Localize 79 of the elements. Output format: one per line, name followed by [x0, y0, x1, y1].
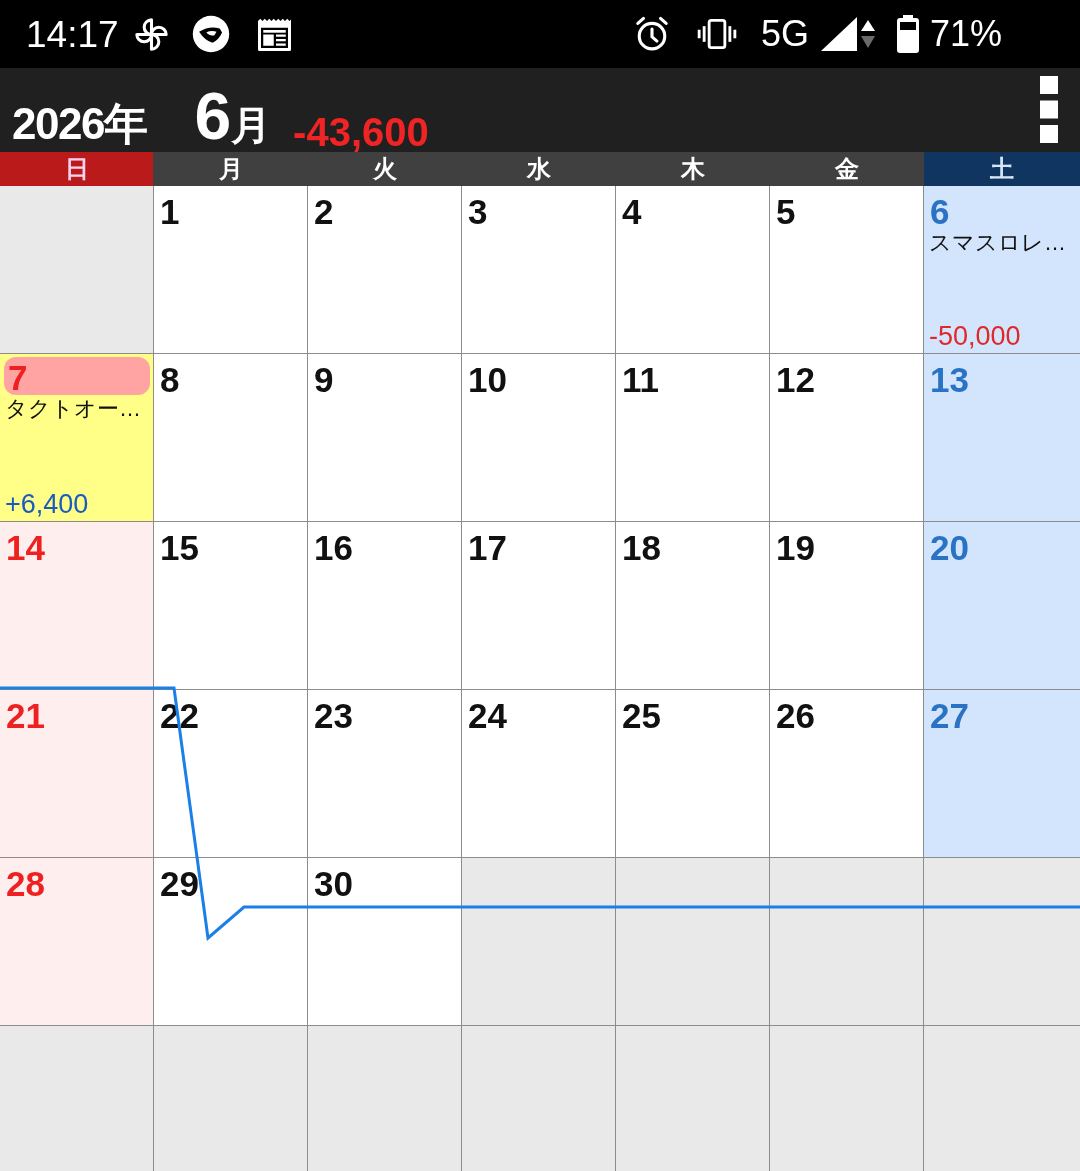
day-amount: +6,400	[5, 491, 89, 518]
day-cell[interactable]: 7 タクトオー… +6,400	[0, 354, 153, 521]
day-cell[interactable]: 16	[308, 522, 461, 689]
pinwheel-icon	[132, 15, 170, 53]
year-label: 2026年	[12, 102, 147, 146]
day-number: 25	[622, 698, 661, 733]
today-day-number: 7	[4, 357, 150, 395]
day-cell[interactable]: 4	[616, 186, 769, 353]
day-number: 16	[314, 530, 353, 565]
newspaper-icon	[255, 17, 293, 51]
day-number: 14	[6, 530, 45, 565]
day-cell[interactable]: 27	[924, 690, 1080, 857]
day-number: 4	[622, 194, 642, 229]
event-title: タクトオー…	[5, 396, 141, 423]
day-cell[interactable]: 13	[924, 354, 1080, 521]
alarm-clock-icon	[634, 16, 669, 52]
day-number: 20	[930, 530, 969, 565]
round-emblem-icon	[191, 15, 230, 53]
day-cell[interactable]: 30	[308, 858, 461, 1025]
day-cell[interactable]: 10	[462, 354, 615, 521]
day-cell[interactable]: 3	[462, 186, 615, 353]
day-number: 6	[930, 194, 950, 229]
day-number: 10	[468, 362, 507, 397]
signal-strength-icon	[820, 17, 857, 51]
vibrate-icon	[696, 19, 737, 49]
day-cell[interactable]: 1	[154, 186, 307, 353]
day-cell[interactable]: 23	[308, 690, 461, 857]
day-number: 26	[776, 698, 815, 733]
day-number: 8	[160, 362, 180, 397]
battery-icon	[896, 15, 919, 53]
day-number: 23	[314, 698, 353, 733]
network-type: 5G	[760, 16, 809, 52]
day-number: 11	[622, 362, 659, 397]
day-cell[interactable]: 14	[0, 522, 153, 689]
day-cell[interactable]: 17	[462, 522, 615, 689]
day-number: 30	[314, 866, 353, 901]
clock-time: 14:17	[26, 15, 119, 53]
event-title: スマスロレ…	[929, 230, 1066, 257]
day-number: 12	[776, 362, 815, 397]
day-cell[interactable]: 28	[0, 858, 153, 1025]
day-cell[interactable]: 24	[462, 690, 615, 857]
day-cell[interactable]: 12	[770, 354, 923, 521]
day-amount: -50,000	[929, 323, 1021, 350]
day-cell[interactable]: 19	[770, 522, 923, 689]
day-number: 28	[6, 866, 45, 901]
day-number: 18	[622, 530, 661, 565]
day-number: 3	[468, 194, 488, 229]
day-number: 9	[314, 362, 334, 397]
weekday-header: 日	[0, 152, 153, 186]
day-number: 17	[468, 530, 507, 565]
day-cell[interactable]: 29	[154, 858, 307, 1025]
day-number: 1	[160, 194, 180, 229]
day-number: 5	[776, 194, 796, 229]
day-number: 2	[314, 194, 334, 229]
day-cell[interactable]: 2	[308, 186, 461, 353]
battery-percent: 71%	[929, 16, 1002, 52]
day-cell[interactable]: 25	[616, 690, 769, 857]
day-number: 29	[160, 866, 199, 901]
day-cell[interactable]: 15	[154, 522, 307, 689]
menu-icon[interactable]	[1040, 76, 1058, 143]
day-cell[interactable]: 18	[616, 522, 769, 689]
day-cell[interactable]: 21	[0, 690, 153, 857]
data-arrows-icon	[860, 20, 875, 48]
day-number: 24	[468, 698, 507, 733]
day-cell[interactable]: 5	[770, 186, 923, 353]
day-cell[interactable]: 6 スマスロレ… -50,000	[924, 186, 1080, 353]
day-number: 15	[160, 530, 199, 565]
day-number: 19	[776, 530, 815, 565]
day-cell[interactable]: 9	[308, 354, 461, 521]
month-total: -43,600	[293, 112, 429, 152]
day-number: 21	[6, 698, 45, 733]
month-label: 6月	[194, 83, 272, 149]
day-cell[interactable]: 20	[924, 522, 1080, 689]
weekday-header: 土	[924, 152, 1080, 186]
day-cell[interactable]: 26	[770, 690, 923, 857]
day-cell[interactable]: 11	[616, 354, 769, 521]
day-cell[interactable]: 8	[154, 354, 307, 521]
day-number: 13	[930, 362, 969, 397]
day-number: 27	[930, 698, 969, 733]
